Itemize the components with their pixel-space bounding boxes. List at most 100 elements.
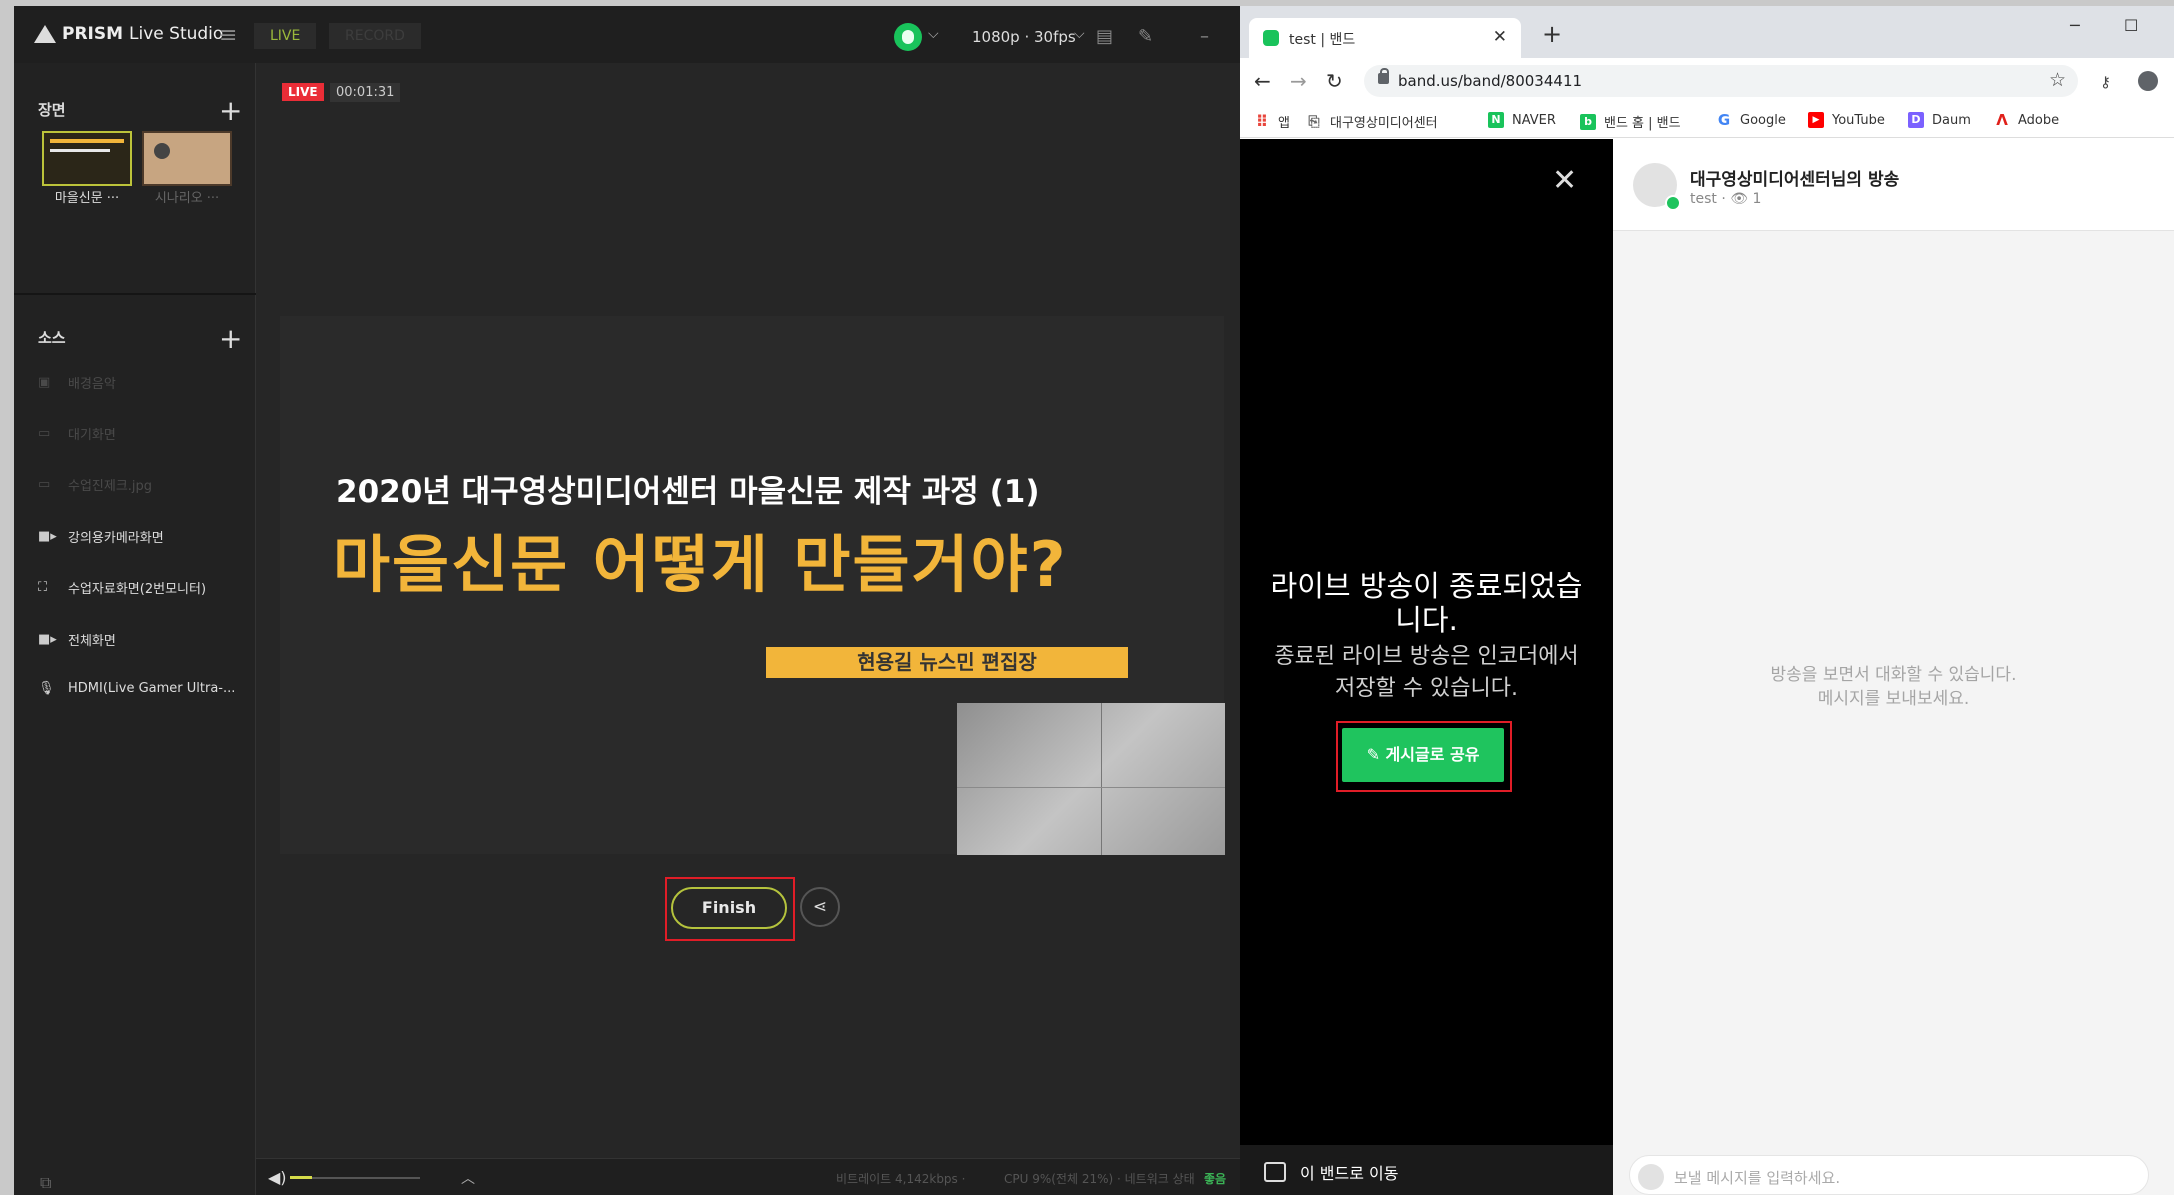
bookmark-item[interactable]: G Google <box>1716 112 1786 128</box>
source-item[interactable]: ▭ 수업진제크.jpg <box>38 475 152 494</box>
source-item[interactable]: ■▸ 전체화면 <box>38 630 116 649</box>
profile-avatar[interactable] <box>2138 71 2158 91</box>
chat-icon[interactable]: ▤ <box>1096 26 1113 47</box>
app-name: PRISM <box>62 24 124 44</box>
camera-icon: ■▸ <box>38 529 57 544</box>
record-mode-tab[interactable]: RECORD <box>329 23 421 49</box>
image-icon: ▭ <box>38 477 51 492</box>
go-to-band-link[interactable]: 이 밴드로 이동 <box>1264 1160 1399 1184</box>
close-icon[interactable]: ✕ <box>1493 27 1507 47</box>
chat-empty-message: 방송을 보면서 대화할 수 있습니다. 메시지를 보내보세요. <box>1770 665 2017 709</box>
source-item[interactable]: ⛶ 수업자료화면(2번모니터) <box>38 578 206 597</box>
bookmark-item[interactable]: Λ Adobe <box>1994 112 2059 128</box>
broadcast-ended-title: 라이브 방송이 종료되었습 니다. <box>1270 569 1583 637</box>
source-item[interactable]: ▭ 대기화면 <box>38 424 116 443</box>
chevron-down-icon[interactable]: ⌵ <box>928 26 939 42</box>
youtube-icon: ▶ <box>1808 112 1824 128</box>
layout-icon[interactable]: ⧉ <box>40 1173 51 1193</box>
pin-icon[interactable]: ✎ <box>1138 26 1153 47</box>
live-mode-tab[interactable]: LIVE <box>254 23 317 49</box>
cpu-text: CPU 9%(전체 21%) · 네트워크 상태 <box>1004 1172 1195 1186</box>
edit-icon: ✎ <box>1366 745 1386 764</box>
image-icon: ▣ <box>38 375 51 390</box>
key-icon[interactable]: ⚷ <box>2100 73 2111 91</box>
maximize-icon[interactable]: ☐ <box>2124 16 2138 35</box>
chevron-up-icon[interactable]: ︿ <box>461 1168 475 1188</box>
preview-subtitle: 2020년 대구영상미디어센터 마을신문 제작 과정 (1) <box>336 474 1040 510</box>
close-icon[interactable]: ✕ <box>1552 163 1577 198</box>
add-source-icon[interactable]: + <box>219 325 242 353</box>
prism-logo: PRISM Live Studio <box>34 24 223 44</box>
player-footer: 이 밴드로 이동 <box>1240 1145 1613 1195</box>
bookmark-star-icon[interactable]: ☆ <box>2049 69 2066 91</box>
bookmark-item[interactable]: D Daum <box>1908 112 1971 128</box>
image-icon: ▭ <box>38 426 51 441</box>
address-row: ← → ↻ band.us/band/80034411 ☆ ⚷ <box>1240 58 2174 104</box>
status-bar: ◀) ︿ 비트레이트 4,142kbps · CPU 9%(전체 21%) · … <box>256 1158 1240 1195</box>
speaker-icon[interactable]: ◀) <box>268 1168 287 1187</box>
bookmark-item[interactable]: ⎘ 대구영상미디어센터 <box>1306 112 1437 132</box>
page-icon: ⎘ <box>1308 113 1320 130</box>
menu-icon[interactable]: ≡ <box>219 23 237 48</box>
source-label: 전체화면 <box>68 634 116 649</box>
source-label: 수업자료화면(2번모니터) <box>68 582 207 597</box>
band-platform-icon[interactable] <box>894 23 922 51</box>
finish-button[interactable]: Finish <box>671 887 787 929</box>
forward-icon[interactable]: → <box>1290 69 1307 93</box>
network-status: 좋음 <box>1204 1172 1227 1186</box>
source-item[interactable]: ■▸ 강의용카메라화면 <box>38 527 164 546</box>
minimize-icon[interactable]: ─ <box>2070 16 2080 35</box>
resolution-selector[interactable]: 1080p · 30fps <box>972 28 1076 46</box>
google-icon: G <box>1717 111 1731 129</box>
lock-icon <box>1378 68 1389 84</box>
bookmark-item[interactable]: N NAVER <box>1488 112 1556 128</box>
tab-strip: test | 밴드 ✕ + ─ ☐ <box>1240 6 2174 58</box>
minimize-icon[interactable]: – <box>1200 26 1209 47</box>
prism-title-bar: PRISM Live Studio ≡ LIVE RECORD ⌵ 1080p … <box>14 6 1240 63</box>
share-as-post-button[interactable]: ✎ 게시글로 공유 <box>1342 728 1504 782</box>
scene-thumbnail-2[interactable] <box>142 131 232 186</box>
bookmarks-bar: ⠿ 앱 ⎘ 대구영상미디어센터 N NAVER b 밴드 홈 | 밴드 G Go… <box>1240 104 2174 138</box>
live-chat-panel: 대구영상미디어센터님의 방송 test · 👁 1 방송을 보면서 대화할 수 … <box>1613 139 2174 1195</box>
apps-grid-icon: ⠿ <box>1255 111 1269 131</box>
bookmark-apps[interactable]: ⠿ 앱 <box>1254 112 1290 131</box>
url-text: band.us/band/80034411 <box>1398 72 1583 90</box>
address-bar[interactable]: band.us/band/80034411 ☆ <box>1364 65 2078 97</box>
volume-level <box>290 1176 312 1179</box>
preview-presenter: 현용길 뉴스민 편집장 <box>766 647 1128 678</box>
scenes-title: 장면 <box>38 101 66 119</box>
scene-label-2: 시나리오 ··· <box>154 191 220 206</box>
reload-icon[interactable]: ↻ <box>1326 69 1343 93</box>
source-item[interactable]: ▣ 배경음악 <box>38 373 116 392</box>
prism-logo-icon <box>34 25 56 43</box>
microphone-icon: 🎙 <box>38 681 55 696</box>
scene-label-1: 마을신문 ··· <box>54 191 120 206</box>
chat-placeholder: 보낼 메시지를 입력하세요. <box>1674 1169 1841 1187</box>
bookmark-item[interactable]: b 밴드 홈 | 밴드 <box>1580 112 1681 131</box>
sources-title: 소스 <box>38 329 66 347</box>
new-tab-icon[interactable]: + <box>1542 20 1562 48</box>
source-label: 수업진제크.jpg <box>68 479 153 494</box>
broadcast-preview: 2020년 대구영상미디어센터 마을신문 제작 과정 (1) 마을신문 어떻게 … <box>280 316 1225 855</box>
naver-icon: N <box>1488 112 1504 128</box>
camera-icon: ■▸ <box>38 632 57 647</box>
divider <box>14 293 256 295</box>
adobe-icon: Λ <box>1996 111 2008 129</box>
source-item[interactable]: 🎙 HDMI(Live Gamer Ultra-... <box>38 681 235 696</box>
bookmark-item[interactable]: ▶ YouTube <box>1808 112 1885 128</box>
browser-tab[interactable]: test | 밴드 ✕ <box>1249 18 1521 58</box>
back-icon[interactable]: ← <box>1254 69 1271 93</box>
broadcast-meta: test · 👁 1 <box>1690 191 1762 207</box>
tab-title: test | 밴드 <box>1289 32 1356 48</box>
chat-header: 대구영상미디어센터님의 방송 test · 👁 1 <box>1613 139 2174 231</box>
band-link-icon <box>1264 1162 1286 1182</box>
eye-icon: 👁 <box>1730 191 1753 207</box>
source-label: 배경음악 <box>68 377 116 392</box>
bitrate-text: 비트레이트 4,142kbps · <box>836 1172 966 1186</box>
live-badge: LIVE <box>282 83 324 101</box>
chat-message-input[interactable]: 보낼 메시지를 입력하세요. <box>1629 1155 2149 1195</box>
add-scene-icon[interactable]: + <box>219 97 242 125</box>
chevron-down-icon[interactable]: ⌵ <box>1074 26 1085 42</box>
scene-thumbnail-1[interactable] <box>42 131 132 186</box>
share-icon[interactable]: ⋖ <box>800 887 840 927</box>
